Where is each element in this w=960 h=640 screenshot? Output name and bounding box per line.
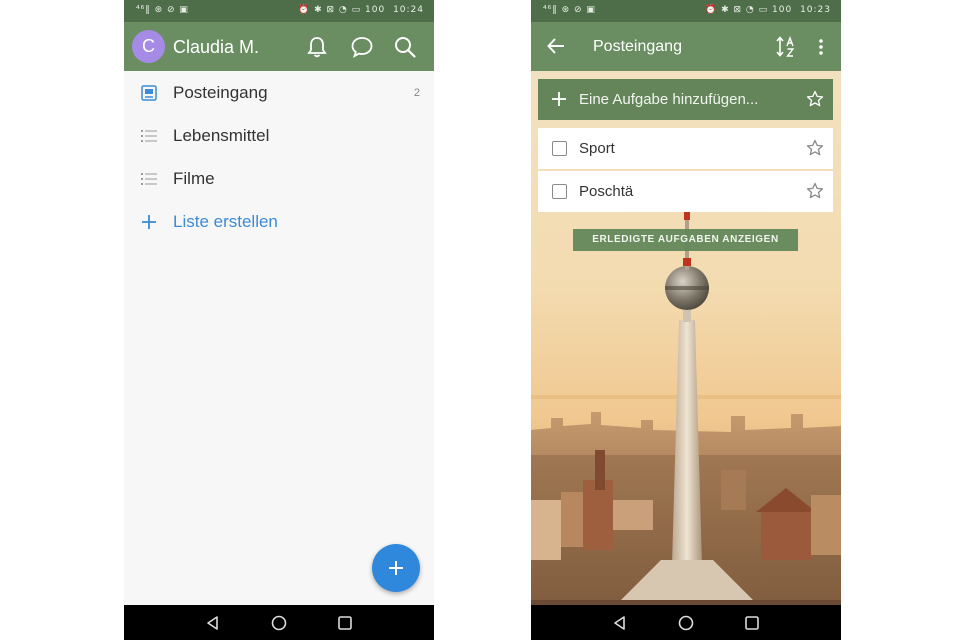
task-item[interactable]: Poschtä [538, 171, 833, 212]
system-nav-bar [124, 605, 434, 640]
star-icon[interactable] [806, 90, 824, 113]
status-left-icons: ⁴⁶‖ ⊛ ⊘ ▣ [543, 5, 596, 15]
plus-icon [140, 213, 158, 231]
inbox-screen: ⁴⁶‖ ⊛ ⊘ ▣ ⏰ ✱ ⊠ ◔ ▭ 100 10:23 Posteingan… [531, 0, 841, 640]
back-triangle-icon[interactable] [611, 614, 629, 632]
app-bar: Posteingang [531, 22, 841, 71]
back-triangle-icon[interactable] [204, 614, 222, 632]
star-icon[interactable] [806, 139, 824, 162]
plus-icon [389, 561, 403, 575]
app-bar: C Claudia M. [124, 22, 434, 71]
list-item-label: Posteingang [173, 83, 268, 102]
home-circle-icon[interactable] [677, 614, 695, 632]
back-arrow-icon[interactable] [545, 35, 567, 57]
task-checkbox[interactable] [552, 141, 567, 156]
sidebar-screen: ⁴⁶‖ ⊛ ⊘ ▣ ⏰ ✱ ⊠ ◔ ▭ 100 10:24 C Claudia … [124, 0, 434, 640]
list-icon [140, 170, 158, 188]
list-item-inbox[interactable]: Posteingang 2 [124, 71, 434, 114]
system-nav-bar [531, 605, 841, 640]
task-label: Sport [579, 140, 615, 157]
status-left-icons: ⁴⁶‖ ⊛ ⊘ ▣ [136, 5, 189, 15]
chat-bubble-icon[interactable] [349, 34, 375, 60]
status-time: 10:24 [393, 5, 424, 15]
avatar[interactable]: C [132, 30, 165, 63]
status-right: ⏰ ✱ ⊠ ◔ ▭ 100 10:24 [298, 5, 424, 15]
list-item-movies[interactable]: Filme [124, 157, 434, 200]
add-task-input[interactable]: Eine Aufgabe hinzufügen... [538, 79, 833, 120]
list-item-count: 2 [413, 87, 420, 99]
show-completed-button[interactable]: ERLEDIGTE AUFGABEN ANZEIGEN [573, 229, 798, 251]
more-vert-icon[interactable] [811, 34, 837, 60]
page-title: Posteingang [593, 38, 682, 55]
task-checkbox[interactable] [552, 184, 567, 199]
add-fab-button[interactable] [372, 544, 420, 592]
status-bar: ⁴⁶‖ ⊛ ⊘ ▣ ⏰ ✱ ⊠ ◔ ▭ 100 10:23 [531, 0, 841, 22]
list-item-label: Lebensmittel [173, 126, 270, 145]
bell-icon[interactable] [304, 34, 330, 60]
recents-square-icon[interactable] [743, 614, 761, 632]
create-list-button[interactable]: Liste erstellen [124, 200, 434, 243]
status-right-icons: ⏰ ✱ ⊠ ◔ ▭ [298, 5, 362, 15]
list-menu: Posteingang 2 Lebensmittel Filme Liste e… [124, 71, 434, 243]
star-icon[interactable] [806, 182, 824, 205]
task-label: Poschtä [579, 183, 634, 200]
status-bar: ⁴⁶‖ ⊛ ⊘ ▣ ⏰ ✱ ⊠ ◔ ▭ 100 10:24 [124, 0, 434, 22]
status-right: ⏰ ✱ ⊠ ◔ ▭ 100 10:23 [705, 5, 831, 15]
search-icon[interactable] [392, 34, 418, 60]
status-right-icons: ⏰ ✱ ⊠ ◔ ▭ [705, 5, 769, 15]
recents-square-icon[interactable] [336, 614, 354, 632]
username[interactable]: Claudia M. [173, 37, 259, 58]
add-task-placeholder: Eine Aufgabe hinzufügen... [579, 91, 759, 108]
battery-level: 100 [772, 5, 793, 15]
home-circle-icon[interactable] [270, 614, 288, 632]
task-item[interactable]: Sport [538, 128, 833, 169]
battery-level: 100 [365, 5, 386, 15]
list-icon [140, 127, 158, 145]
plus-icon [551, 91, 567, 112]
list-item-label: Filme [173, 169, 215, 188]
status-time: 10:23 [800, 5, 831, 15]
inbox-icon [140, 84, 158, 102]
create-list-label: Liste erstellen [173, 212, 278, 231]
list-item-groceries[interactable]: Lebensmittel [124, 114, 434, 157]
sort-az-icon[interactable] [775, 34, 801, 60]
